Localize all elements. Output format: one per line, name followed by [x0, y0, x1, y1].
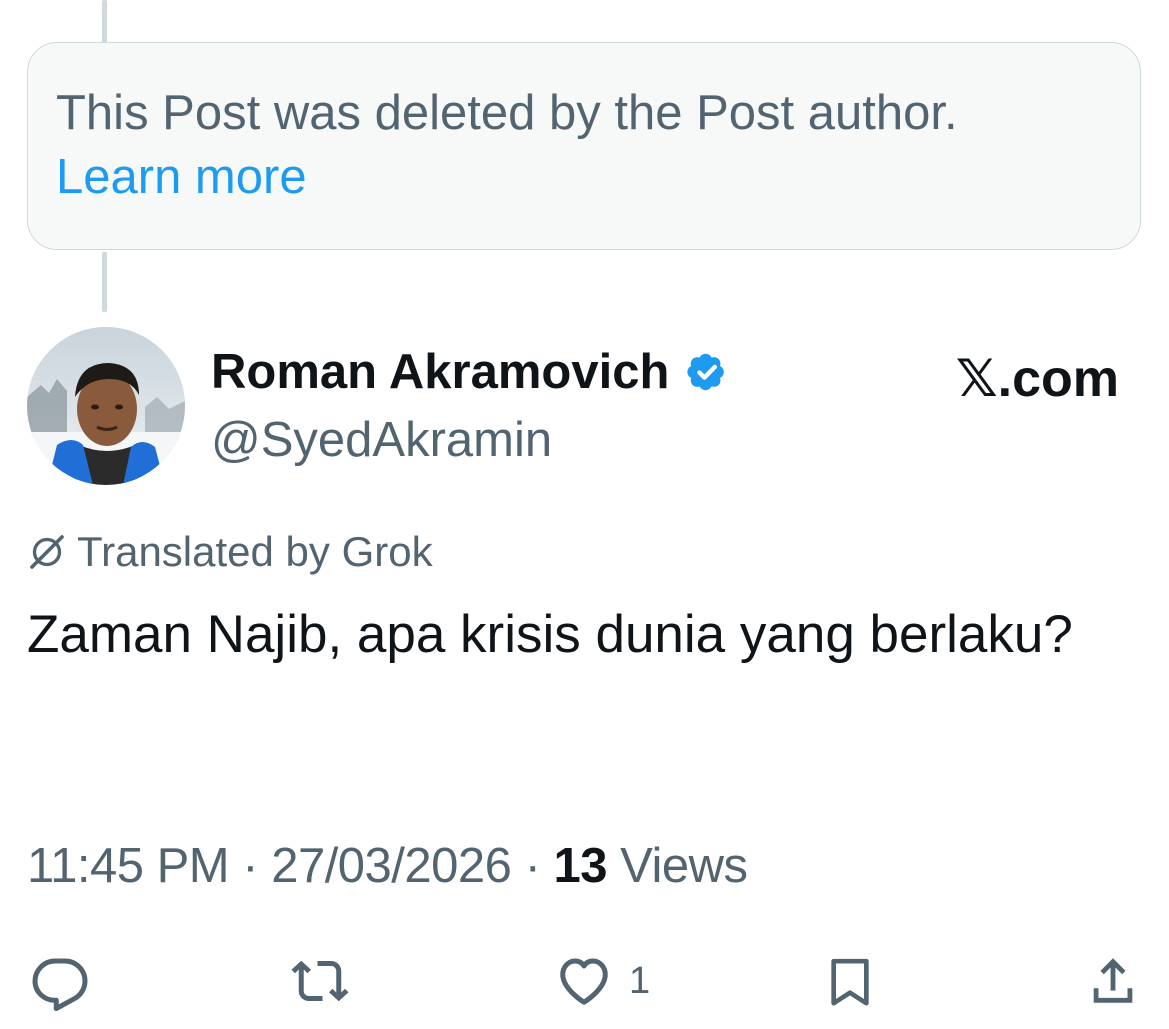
post-date[interactable]: 27/03/2026 [271, 839, 512, 893]
heart-icon [560, 958, 608, 1005]
like-count: 1 [629, 960, 651, 1002]
deleted-post-notice: This Post was deleted by the Post author… [27, 42, 1141, 250]
views-count: 13 [553, 839, 608, 893]
post-text: Zaman Najib, apa krisis dunia yang berla… [27, 605, 1073, 664]
share-icon [1093, 958, 1133, 1003]
site-logo: 𝕏.com [955, 350, 1119, 408]
verified-badge-icon [683, 348, 731, 396]
thread-connector-top [102, 0, 107, 44]
grok-icon [27, 532, 67, 572]
deleted-notice-text: This Post was deleted by the Post author… [56, 86, 958, 140]
meta-separator: · [524, 839, 541, 893]
repost-button[interactable] [287, 950, 353, 1012]
reply-button[interactable] [30, 950, 90, 1012]
bookmark-icon [831, 958, 869, 1006]
post-metadata: 11:45 PM · 27/03/2026 · 13 Views [27, 834, 748, 898]
translated-by-text: Translated by Grok [77, 528, 433, 575]
learn-more-link[interactable]: Learn more [56, 145, 307, 209]
share-button[interactable] [1084, 950, 1142, 1012]
thread-connector-bottom [102, 252, 107, 312]
author-display-name[interactable]: Roman Akramovich [211, 340, 669, 404]
like-button[interactable]: 1 [553, 950, 650, 1012]
meta-separator: · [242, 839, 259, 893]
profile-photo [27, 327, 185, 485]
repost-icon [291, 960, 349, 1002]
reply-icon [32, 958, 88, 1011]
translation-label: Translated by Grok [27, 522, 433, 582]
bookmark-button[interactable] [822, 950, 878, 1012]
post-time[interactable]: 11:45 PM [27, 839, 230, 893]
author-handle[interactable]: @SyedAkramin [211, 408, 552, 472]
avatar[interactable] [27, 327, 185, 485]
views-label: Views [620, 839, 748, 893]
author-name-row[interactable]: Roman Akramovich [211, 340, 731, 404]
action-bar: 1 [0, 950, 1169, 1012]
